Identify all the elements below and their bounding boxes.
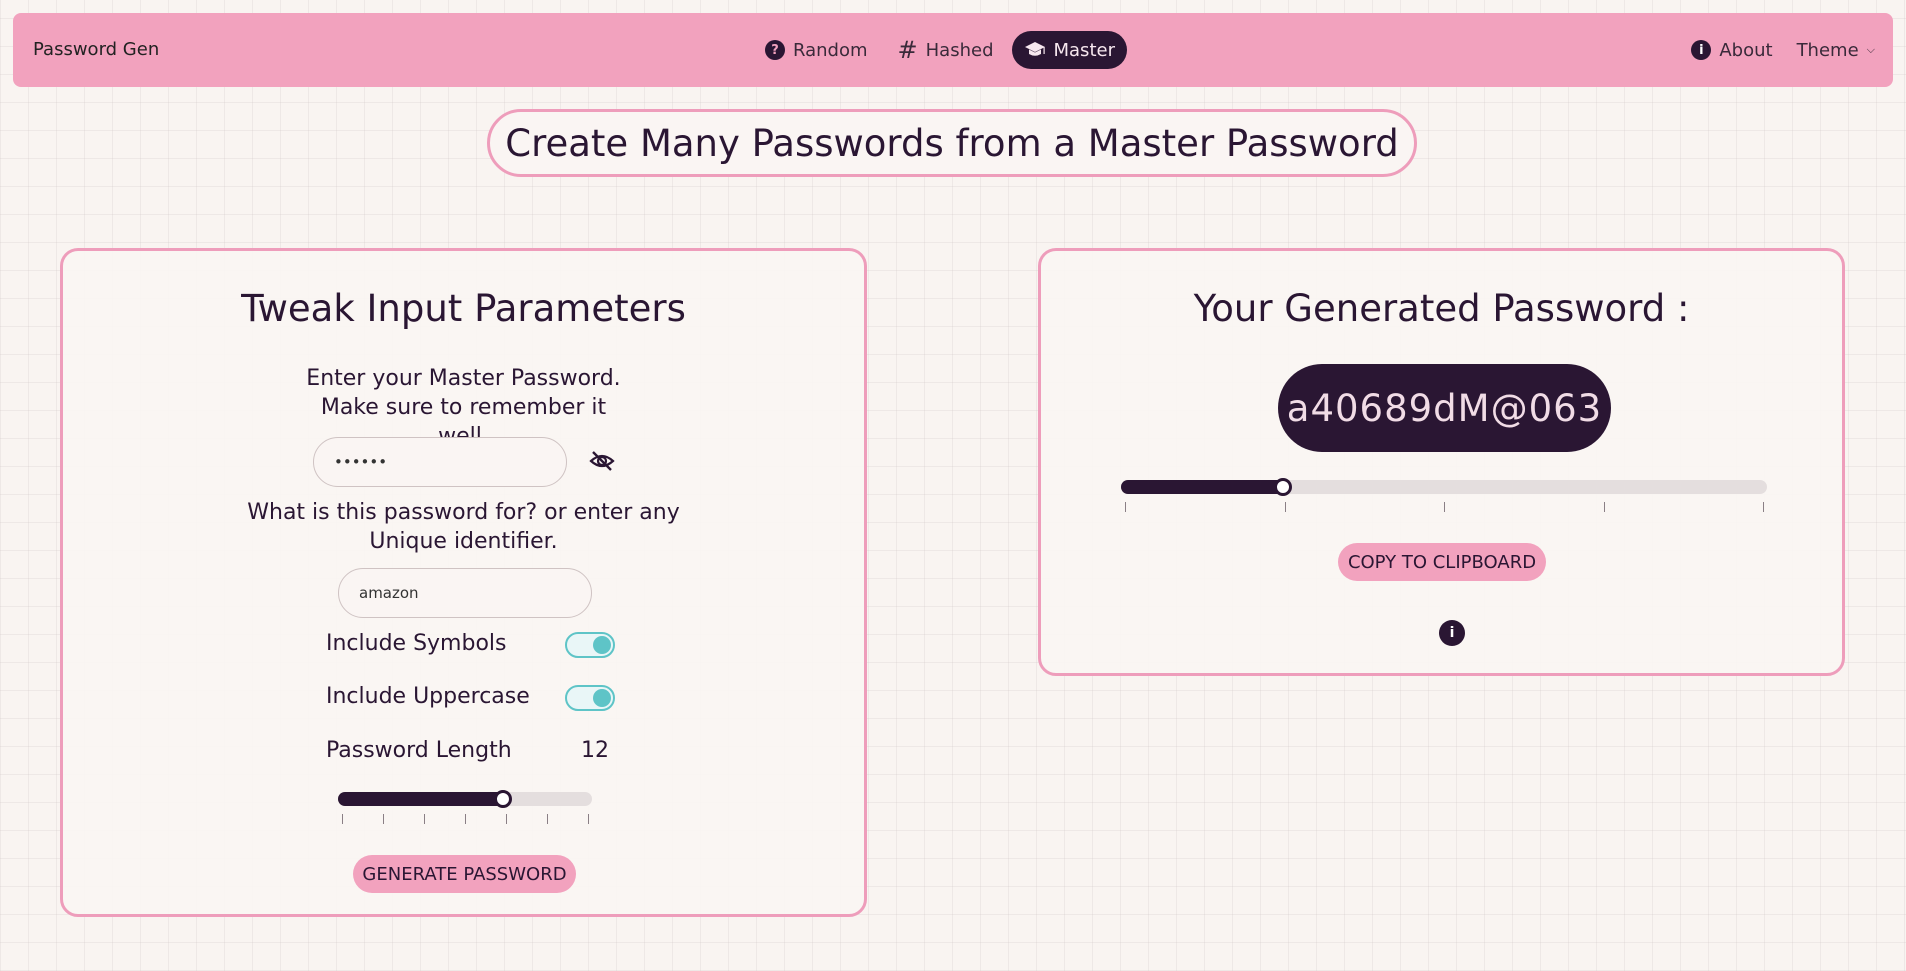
question-circle-icon: ? [765, 40, 785, 60]
nav-item-label: Random [793, 39, 868, 61]
hash-icon: # [897, 36, 918, 64]
password-length-label: Password Length [326, 738, 512, 763]
info-icon: i [1691, 40, 1712, 60]
generated-password-card: Your Generated Password : a40689dM@063 C… [1038, 248, 1845, 676]
page-title: Create Many Passwords from a Master Pass… [487, 109, 1417, 177]
graduation-cap-icon [1024, 41, 1046, 59]
identifier-prompt: What is this password for? or enter any … [247, 500, 680, 554]
slider-tick [1125, 502, 1126, 512]
identifier-input[interactable]: amazon [338, 568, 592, 618]
slider-fill [1121, 480, 1290, 494]
nav-links: ? Random # Hashed Master [753, 31, 1127, 69]
copy-to-clipboard-button[interactable]: COPY TO CLIPBOARD [1338, 543, 1546, 581]
toggle-knob [593, 689, 611, 707]
password-length-value: 12 [581, 738, 609, 763]
include-symbols-label: Include Symbols [326, 631, 507, 656]
password-strength-slider[interactable] [1121, 478, 1767, 496]
nav-item-label: Hashed [925, 39, 994, 61]
slider-thumb[interactable] [494, 790, 513, 808]
eye-slash-icon[interactable] [589, 448, 615, 478]
slider-tick [465, 814, 466, 824]
include-uppercase-label: Include Uppercase [326, 684, 530, 709]
about-link[interactable]: i About [1691, 39, 1773, 61]
slider-tick [424, 814, 425, 824]
slider-tick [1603, 502, 1605, 512]
about-label: About [1719, 39, 1773, 61]
output-card-title: Your Generated Password : [1193, 287, 1690, 330]
theme-dropdown[interactable]: Theme ⌵ [1797, 40, 1875, 61]
generated-password-display: a40689dM@063 [1278, 364, 1611, 452]
nav-item-label: Master [1053, 39, 1115, 61]
nav-right: i About Theme ⌵ [1691, 31, 1875, 69]
slider-fill [338, 792, 511, 806]
password-length-slider[interactable] [338, 790, 592, 808]
slider-tick [1284, 502, 1286, 512]
slider-tick [1444, 502, 1445, 512]
slider-tick [342, 814, 343, 824]
chevron-down-icon: ⌵ [1866, 43, 1875, 56]
slider-tick [1763, 502, 1764, 512]
include-symbols-toggle[interactable] [565, 632, 615, 658]
master-password-input[interactable]: •••••• [313, 437, 567, 487]
nav-item-random[interactable]: ? Random [753, 31, 880, 69]
input-parameters-card: Tweak Input Parameters Enter your Master… [60, 248, 867, 917]
slider-tick [383, 814, 384, 824]
slider-tick [588, 814, 589, 824]
slider-tick [506, 814, 507, 824]
theme-label: Theme [1796, 39, 1859, 61]
include-uppercase-toggle[interactable] [565, 685, 615, 711]
navbar: Password Gen ? Random # Hashed Master i … [13, 13, 1893, 87]
generate-password-button[interactable]: GENERATE PASSWORD [353, 855, 576, 893]
nav-item-hashed[interactable]: # Hashed [886, 31, 1006, 69]
slider-tick [547, 814, 548, 824]
brand-link[interactable]: Password Gen [33, 39, 159, 60]
input-card-title: Tweak Input Parameters [241, 287, 686, 330]
toggle-knob [593, 636, 611, 654]
info-icon[interactable]: i [1439, 620, 1465, 646]
slider-thumb[interactable] [1273, 478, 1292, 496]
nav-item-master[interactable]: Master [1011, 31, 1127, 69]
